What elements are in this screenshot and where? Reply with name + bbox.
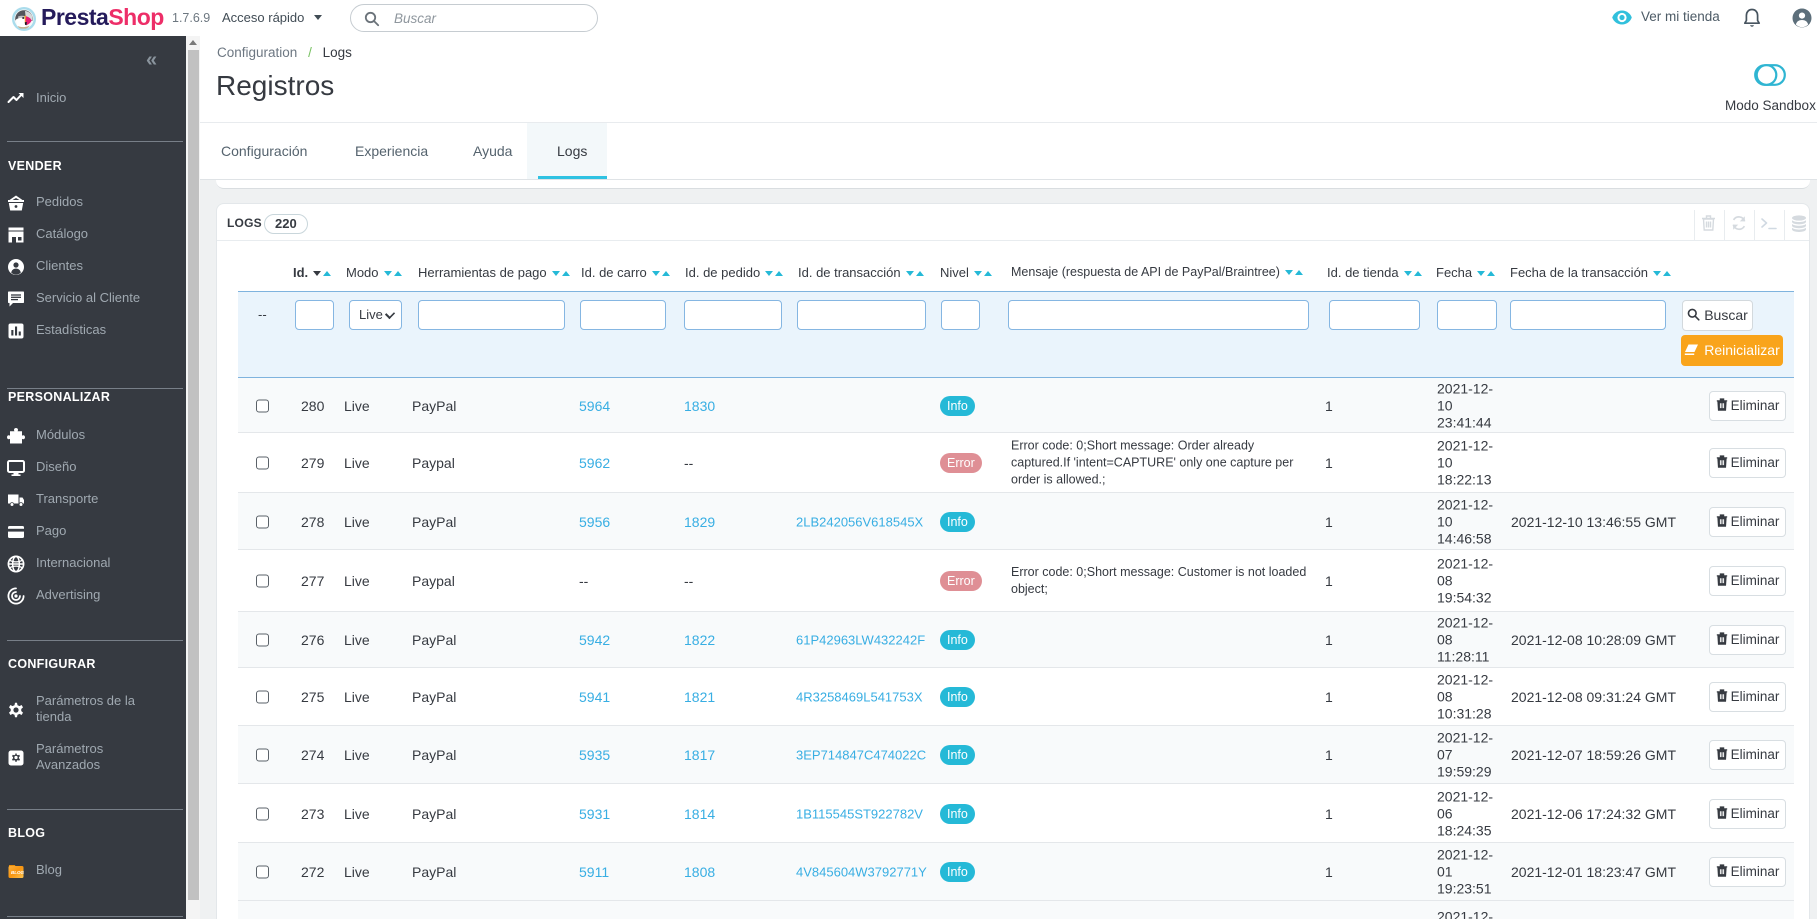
svg-text:BLOG: BLOG [11,870,24,875]
